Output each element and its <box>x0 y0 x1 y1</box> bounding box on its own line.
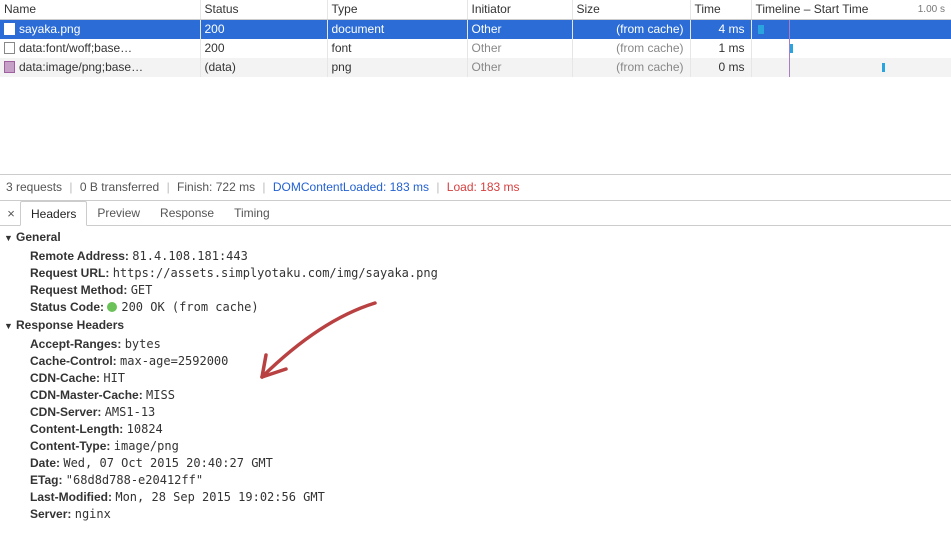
status-dcl: DOMContentLoaded: 183 ms <box>273 180 429 194</box>
section-response-headers[interactable]: Response Headers <box>2 316 949 336</box>
close-icon[interactable]: × <box>2 206 20 221</box>
kv-response-header: Content-Type: image/png <box>2 438 949 455</box>
cell-timeline <box>751 39 951 58</box>
cell-size: (from cache) <box>572 20 690 40</box>
cell-name: data:font/woff;base… <box>19 41 132 55</box>
kv-response-header: ETag: "68d8d788-e20412ff" <box>2 472 949 489</box>
tab-preview[interactable]: Preview <box>87 201 150 226</box>
tab-timing[interactable]: Timing <box>224 201 280 226</box>
network-table: Name Status Type Initiator Size Time Tim… <box>0 0 951 77</box>
cell-status: (data) <box>200 58 327 77</box>
tab-headers[interactable]: Headers <box>20 201 87 226</box>
kv-response-header: Date: Wed, 07 Oct 2015 20:40:27 GMT <box>2 455 949 472</box>
file-icon <box>4 23 15 35</box>
cell-time: 4 ms <box>690 20 751 40</box>
status-finish: Finish: 722 ms <box>177 180 255 194</box>
kv-response-header: CDN-Cache: HIT <box>2 370 949 387</box>
file-icon <box>4 42 15 54</box>
table-row[interactable]: data:font/woff;base… 200fontOther(from ca… <box>0 39 951 58</box>
table-row[interactable]: data:image/png;base… (data)pngOther(from … <box>0 58 951 77</box>
col-header-size[interactable]: Size <box>572 0 690 20</box>
cell-name: sayaka.png <box>19 22 80 36</box>
status-ok-icon <box>107 302 117 312</box>
kv-remote-address: Remote Address: 81.4.108.181:443 <box>2 248 949 265</box>
table-row[interactable]: sayaka.png 200documentOther(from cache)4 … <box>0 20 951 40</box>
kv-response-header: Server: nginx <box>2 506 949 523</box>
kv-response-header: Cache-Control: max-age=2592000 <box>2 353 949 370</box>
status-requests: 3 requests <box>6 180 62 194</box>
table-header-row: Name Status Type Initiator Size Time Tim… <box>0 0 951 20</box>
cell-initiator: Other <box>467 58 572 77</box>
network-status-bar: 3 requests | 0 B transferred | Finish: 7… <box>0 175 951 201</box>
col-header-status[interactable]: Status <box>200 0 327 20</box>
cell-type: document <box>327 20 467 40</box>
kv-response-header: CDN-Server: AMS1-13 <box>2 404 949 421</box>
timeline-end-label: 1.00 s <box>918 0 945 19</box>
tab-response[interactable]: Response <box>150 201 224 226</box>
cell-time: 0 ms <box>690 58 751 77</box>
cell-status: 200 <box>200 20 327 40</box>
section-general[interactable]: General <box>2 228 949 248</box>
col-header-time[interactable]: Time <box>690 0 751 20</box>
details-tabs: × HeadersPreviewResponseTiming <box>0 201 951 226</box>
cell-type: font <box>327 39 467 58</box>
status-load: Load: 183 ms <box>447 180 520 194</box>
col-header-timeline[interactable]: Timeline – Start Time 1.00 s <box>751 0 951 20</box>
kv-response-header: Accept-Ranges: bytes <box>2 336 949 353</box>
cell-timeline <box>751 20 951 40</box>
kv-status-code: Status Code: 200 OK (from cache) <box>2 299 949 316</box>
col-header-type[interactable]: Type <box>327 0 467 20</box>
cell-initiator: Other <box>467 20 572 40</box>
col-header-name[interactable]: Name <box>0 0 200 20</box>
kv-response-header: CDN-Master-Cache: MISS <box>2 387 949 404</box>
cell-status: 200 <box>200 39 327 58</box>
kv-response-header: Last-Modified: Mon, 28 Sep 2015 19:02:56… <box>2 489 949 506</box>
network-table-wrap: Name Status Type Initiator Size Time Tim… <box>0 0 951 175</box>
status-transferred: 0 B transferred <box>80 180 159 194</box>
kv-request-url: Request URL: https://assets.simplyotaku.… <box>2 265 949 282</box>
col-header-initiator[interactable]: Initiator <box>467 0 572 20</box>
cell-type: png <box>327 58 467 77</box>
cell-time: 1 ms <box>690 39 751 58</box>
cell-timeline <box>751 58 951 77</box>
kv-request-method: Request Method: GET <box>2 282 949 299</box>
details-body: General Remote Address: 81.4.108.181:443… <box>0 226 951 546</box>
kv-response-header: Content-Length: 10824 <box>2 421 949 438</box>
cell-name: data:image/png;base… <box>19 60 143 74</box>
cell-initiator: Other <box>467 39 572 58</box>
timeline-label: Timeline – Start Time <box>756 0 869 19</box>
cell-size: (from cache) <box>572 39 690 58</box>
file-icon <box>4 61 15 73</box>
cell-size: (from cache) <box>572 58 690 77</box>
